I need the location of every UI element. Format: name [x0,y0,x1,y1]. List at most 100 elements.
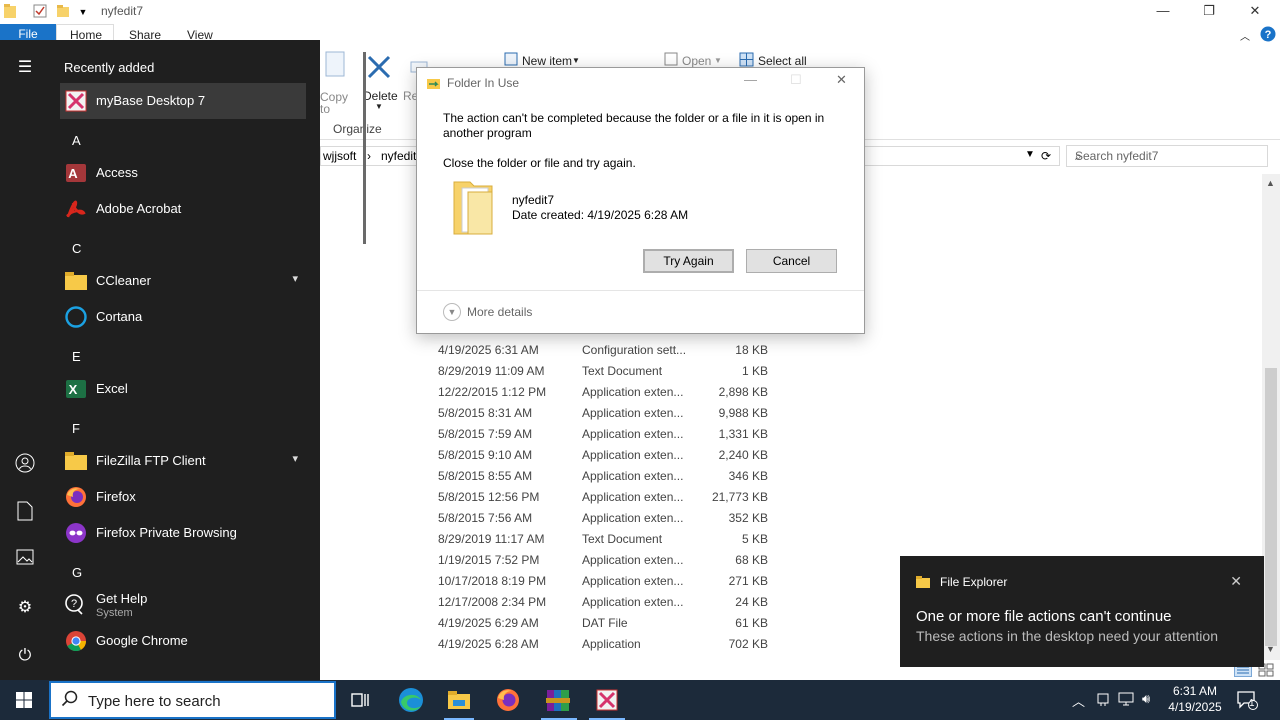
scroll-up-icon[interactable]: ▲ [1266,178,1275,188]
device-icon[interactable] [1096,691,1110,710]
action-center-icon[interactable]: 1 [1236,690,1258,710]
try-again-button[interactable]: Try Again [643,249,734,273]
file-size: 271 KB [728,574,768,588]
app-get-help[interactable]: ? Get Help System [60,587,306,627]
file-list-scrollbar[interactable]: ▲ ▼ [1262,174,1280,660]
file-type: Configuration sett... [582,343,687,357]
file-row[interactable]: 5/8/2015 9:10 AM Application exten... 2,24… [420,445,800,466]
file-row[interactable]: 5/8/2015 8:31 AM Application exten... 9,98… [420,403,800,424]
file-row[interactable]: 10/17/2018 8:19 PM Application exten... 27… [420,571,800,592]
app-mybase-desktop[interactable]: myBase Desktop 7 [60,83,306,119]
user-account-icon[interactable] [14,453,36,475]
winrar-icon[interactable] [544,686,572,714]
app-label: Firefox [96,489,136,504]
task-view-icon[interactable] [346,686,374,714]
new-item-button-label[interactable]: New item [522,54,572,68]
app-firefox-private[interactable]: Firefox Private Browsing [60,515,306,551]
dialog-minimize-button[interactable]: — [744,72,757,87]
file-date-modified: 8/29/2019 11:17 AM [438,532,545,546]
clock[interactable]: 6:31 AM 4/19/2025 [1160,683,1230,715]
letter-header-g[interactable]: G [72,565,82,580]
address-history-chevron-icon[interactable]: ▼ [1025,149,1035,160]
file-row[interactable]: 8/29/2019 11:17 AM Text Document 5 KB [420,529,800,550]
file-size: 2,240 KB [718,448,768,462]
show-hidden-icons-chevron-icon[interactable]: ︿ [1072,691,1085,710]
app-cortana[interactable]: Cortana [60,299,306,335]
mybase-taskbar-icon[interactable] [593,686,621,714]
file-row[interactable]: 4/19/2025 6:28 AM Application 702 KB [420,634,800,655]
file-explorer-taskbar-icon[interactable] [445,686,473,714]
toast-notification[interactable]: File Explorer ✕ One or more file actions… [900,556,1264,667]
refresh-icon[interactable]: ⟳ [1041,149,1051,163]
letter-header-e[interactable]: E [72,349,81,364]
close-button[interactable]: ✕ [1232,0,1278,24]
expand-chevron-icon[interactable]: ▾ [292,272,298,285]
open-button-label[interactable]: Open [682,54,711,68]
hamburger-menu-icon[interactable]: ☰ [14,57,36,79]
svg-text:?: ? [1265,29,1272,41]
new-folder-icon[interactable] [55,4,71,20]
scroll-down-icon[interactable]: ▼ [1266,644,1275,654]
open-chevron-icon[interactable]: ▼ [714,56,722,65]
window-title: nyfedit7 [101,4,144,18]
expand-chevron-icon[interactable]: ▾ [292,452,298,465]
app-firefox[interactable]: Firefox [60,479,306,515]
collapse-ribbon-chevron-icon[interactable]: ︿ [1240,28,1250,43]
scrollbar-thumb[interactable] [1265,368,1277,646]
help-icon[interactable]: ? [1260,26,1276,45]
cancel-button[interactable]: Cancel [746,249,837,273]
file-date-modified: 5/8/2015 8:31 AM [438,406,533,420]
taskbar-search-input[interactable]: Type here to search [88,693,221,710]
new-item-chevron-icon[interactable]: ▼ [572,56,580,65]
file-row[interactable]: 5/8/2015 8:55 AM Application exten... 346 … [420,466,800,487]
file-row[interactable]: 8/29/2019 11:09 AM Text Document 1 KB [420,361,800,382]
taskbar-search-box[interactable]: Type here to search [49,681,336,719]
app-access[interactable]: A Access [60,155,306,191]
app-excel[interactable]: X Excel [60,371,306,407]
minimize-button[interactable]: — [1140,0,1186,24]
file-date-modified: 5/8/2015 12:56 PM [438,490,540,504]
letter-header-a[interactable]: A [72,133,81,148]
dialog-close-button[interactable]: ✕ [836,72,847,88]
folder-icon [452,178,498,236]
app-ccleaner-folder[interactable]: CCleaner ▾ [60,263,306,299]
file-row[interactable]: 4/19/2025 6:29 AM DAT File 61 KB [420,613,800,634]
volume-icon[interactable]: 🔊︎ [1142,691,1150,707]
file-row[interactable]: 5/8/2015 7:59 AM Application exten... 1,33… [420,424,800,445]
letter-header-f[interactable]: F [72,421,80,436]
file-row[interactable]: 12/22/2015 1:12 PM Application exten... 2,… [420,382,800,403]
customize-toolbar-chevron-icon[interactable]: ▼ [75,4,91,20]
delete-chevron-icon[interactable]: ▼ [375,102,383,111]
app-google-chrome[interactable]: Google Chrome [60,623,306,659]
file-row[interactable]: 5/8/2015 12:56 PM Application exten... 21,… [420,487,800,508]
properties-icon[interactable] [32,4,48,20]
file-size: 346 KB [728,469,768,483]
power-icon[interactable]: ⏻ [14,645,36,667]
start-button[interactable] [0,680,48,720]
file-row[interactable]: 4/19/2025 6:31 AM Configuration sett... 18… [420,340,800,361]
file-row[interactable]: 1/19/2015 7:52 PM Application exten... 68 … [420,550,800,571]
file-size: 18 KB [735,343,768,357]
toast-close-icon[interactable]: ✕ [1230,573,1242,590]
file-date-modified: 5/8/2015 7:59 AM [438,427,533,441]
svg-text:A: A [68,166,78,181]
file-row[interactable]: 5/8/2015 7:56 AM Application exten... 352 … [420,508,800,529]
app-adobe-acrobat[interactable]: Adobe Acrobat [60,191,306,227]
documents-icon[interactable] [14,501,36,523]
select-all-button-label[interactable]: Select all [758,54,807,68]
edge-icon[interactable] [397,686,425,714]
search-box[interactable]: Search nyfedit7 ⌕ [1066,145,1268,167]
app-filezilla-folder[interactable]: FileZilla FTP Client ▾ [60,443,306,479]
dialog-instruction: Close the folder or file and try again. [443,156,636,170]
firefox-taskbar-icon[interactable] [494,686,522,714]
letter-header-c[interactable]: C [72,241,81,256]
pictures-icon[interactable] [14,549,36,571]
file-row[interactable]: 12/17/2008 2:34 PM Application exten... 24… [420,592,800,613]
settings-gear-icon[interactable]: ⚙ [14,597,36,619]
network-icon[interactable] [1118,691,1134,710]
folder-in-use-dialog: Folder In Use — ☐ ✕ The action can't be … [416,67,865,334]
breadcrumb-wjjsoft[interactable]: wjjsoft [323,149,356,163]
start-menu-scrollbar[interactable] [363,52,366,244]
delete-button-label[interactable]: Delete [363,89,398,103]
maximize-button[interactable]: ❐ [1186,0,1232,24]
